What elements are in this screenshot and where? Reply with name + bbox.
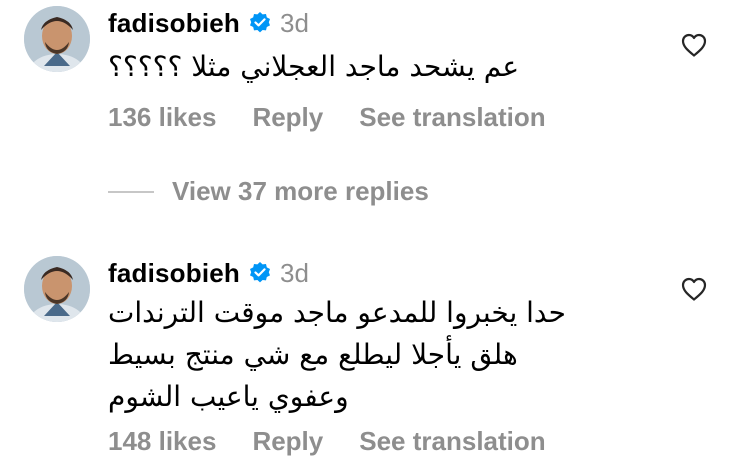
verified-badge-icon: [248, 11, 272, 35]
comment-header: fadisobieh 3d: [108, 6, 309, 40]
view-more-replies-button[interactable]: View 37 more replies: [108, 176, 429, 207]
username[interactable]: fadisobieh: [108, 258, 240, 289]
comment-line: هلق يأجلا ليطلع مع شي منتج بسيط: [108, 338, 518, 371]
see-translation-button[interactable]: See translation: [359, 102, 545, 133]
comment-text: حدا يخبروا للمدعو ماجد موقت الترندات هلق…: [108, 292, 628, 418]
comment-line: حدا يخبروا للمدعو ماجد موقت الترندات: [108, 296, 566, 329]
heart-outline-icon[interactable]: [680, 276, 708, 302]
avatar[interactable]: [24, 256, 90, 322]
view-more-label: View 37 more replies: [172, 176, 429, 206]
reply-button[interactable]: Reply: [252, 426, 323, 457]
comment-text: عم يشحد ماجد العجلاني مثلا ؟؟؟؟؟: [108, 46, 628, 88]
comment-line: وعفوي ياعيب الشوم: [108, 380, 349, 413]
verified-badge-icon: [248, 261, 272, 285]
likes-count[interactable]: 148 likes: [108, 426, 216, 457]
avatar[interactable]: [24, 6, 90, 72]
see-translation-button[interactable]: See translation: [359, 426, 545, 457]
timestamp: 3d: [280, 257, 309, 288]
divider-line: [108, 190, 154, 193]
comment-line: عم يشحد ماجد العجلاني مثلا ؟؟؟؟؟: [108, 50, 520, 83]
reply-button[interactable]: Reply: [252, 102, 323, 133]
comment-actions: 148 likes Reply See translation: [108, 426, 582, 457]
timestamp: 3d: [280, 7, 309, 38]
likes-count[interactable]: 136 likes: [108, 102, 216, 133]
comment-header: fadisobieh 3d: [108, 256, 309, 290]
comment-actions: 136 likes Reply See translation: [108, 102, 582, 133]
heart-outline-icon[interactable]: [680, 32, 708, 58]
username[interactable]: fadisobieh: [108, 8, 240, 39]
